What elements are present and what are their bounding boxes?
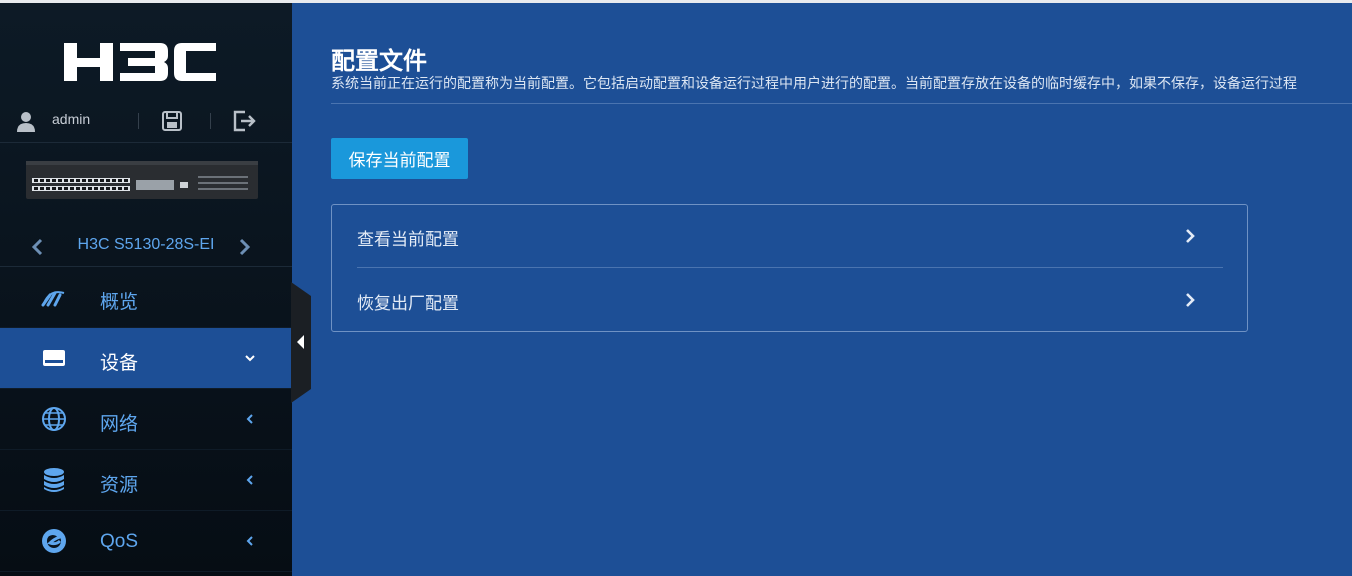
chevron-right-icon bbox=[1186, 293, 1195, 307]
database-icon bbox=[44, 468, 64, 492]
menu-label: 设备 bbox=[100, 353, 139, 374]
save-icon[interactable] bbox=[160, 109, 184, 133]
top-border bbox=[0, 0, 1352, 3]
user-icon bbox=[17, 112, 35, 132]
chevron-right-icon bbox=[1186, 229, 1195, 243]
user-bar: admin bbox=[0, 99, 292, 143]
globe-icon bbox=[42, 407, 66, 431]
menu-item-overview[interactable]: 概览 bbox=[0, 267, 292, 328]
menu-label: 概览 bbox=[100, 292, 139, 313]
username: admin bbox=[52, 111, 91, 127]
logout-icon[interactable] bbox=[231, 109, 257, 133]
device-icon bbox=[43, 350, 65, 366]
menu-label: 资源 bbox=[100, 475, 139, 496]
row-label: 查看当前配置 bbox=[357, 230, 459, 249]
chevron-left-icon bbox=[246, 414, 253, 424]
menu-item-network[interactable]: 网络 bbox=[0, 389, 292, 450]
view-current-config-row[interactable]: 查看当前配置 bbox=[357, 205, 1223, 268]
chevron-right-icon[interactable] bbox=[236, 237, 254, 257]
menu-item-device[interactable]: 设备 bbox=[0, 328, 292, 389]
config-options-panel: 查看当前配置 恢复出厂配置 bbox=[331, 204, 1248, 332]
chevron-left-icon bbox=[246, 536, 253, 546]
qos-icon bbox=[42, 529, 66, 553]
separator bbox=[210, 113, 211, 129]
divider bbox=[331, 103, 1352, 104]
sidebar: admin H3C S5130-28S-EI 概览 设备 网络 资源 QoS bbox=[0, 3, 292, 576]
device-image bbox=[26, 161, 258, 199]
chevron-down-icon bbox=[245, 355, 255, 362]
dashboard-gauge-icon bbox=[41, 291, 65, 307]
separator bbox=[138, 113, 139, 129]
page-title: 配置文件 bbox=[331, 48, 427, 75]
main-content: 配置文件 系统当前正在运行的配置称为当前配置。它包括启动配置和设备运行过程中用户… bbox=[292, 3, 1352, 576]
save-current-config-button[interactable]: 保存当前配置 bbox=[331, 138, 468, 179]
h3c-logo bbox=[64, 43, 216, 81]
menu-item-resources[interactable]: 资源 bbox=[0, 450, 292, 511]
menu-item-qos[interactable]: QoS bbox=[0, 511, 292, 572]
chevron-left-icon bbox=[246, 475, 253, 485]
page-description: 系统当前正在运行的配置称为当前配置。它包括启动配置和设备运行过程中用户进行的配置… bbox=[331, 75, 1297, 91]
nav-menu: 概览 设备 网络 资源 QoS bbox=[0, 267, 292, 572]
row-label: 恢复出厂配置 bbox=[357, 294, 459, 313]
menu-label: 网络 bbox=[100, 414, 139, 435]
menu-label: QoS bbox=[100, 531, 139, 552]
device-switcher: H3C S5130-28S-EI bbox=[0, 227, 292, 267]
restore-factory-config-row[interactable]: 恢复出厂配置 bbox=[357, 269, 1223, 332]
